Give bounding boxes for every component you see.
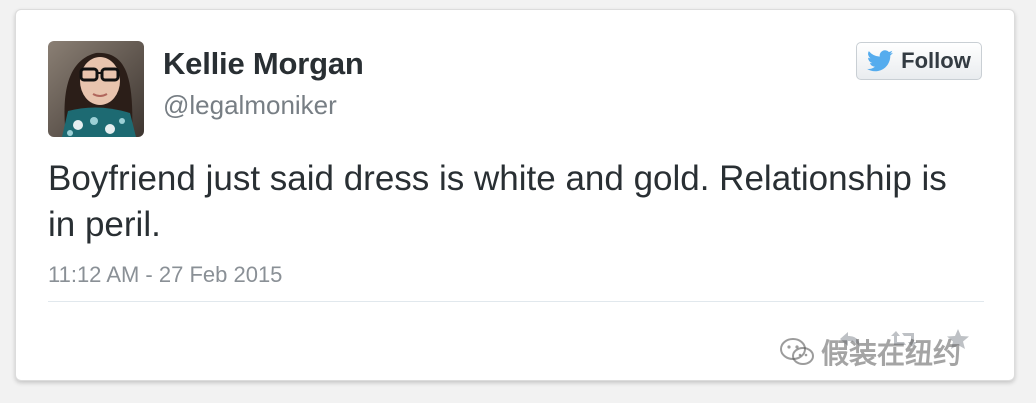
- wechat-icon: [780, 338, 814, 365]
- twitter-bird-icon: [867, 50, 894, 72]
- watermark-text: 假装在纽约: [821, 337, 962, 370]
- follow-button-label: Follow: [901, 48, 971, 73]
- avatar-image: [48, 41, 144, 137]
- watermark: 假装在纽约: [779, 332, 961, 372]
- tweet-text: Boyfriend just said dress is white and g…: [48, 159, 947, 244]
- follow-button[interactable]: Follow: [856, 42, 982, 80]
- author-name[interactable]: Kellie Morgan: [163, 46, 364, 82]
- divider: [48, 301, 984, 302]
- author-handle[interactable]: @legalmoniker: [163, 90, 337, 121]
- avatar[interactable]: [48, 41, 144, 137]
- tweet-timestamp[interactable]: 11:12 AM - 27 Feb 2015: [48, 262, 282, 288]
- tweet-card: Kellie Morgan @legalmoniker Follow Boyfr…: [15, 9, 1015, 381]
